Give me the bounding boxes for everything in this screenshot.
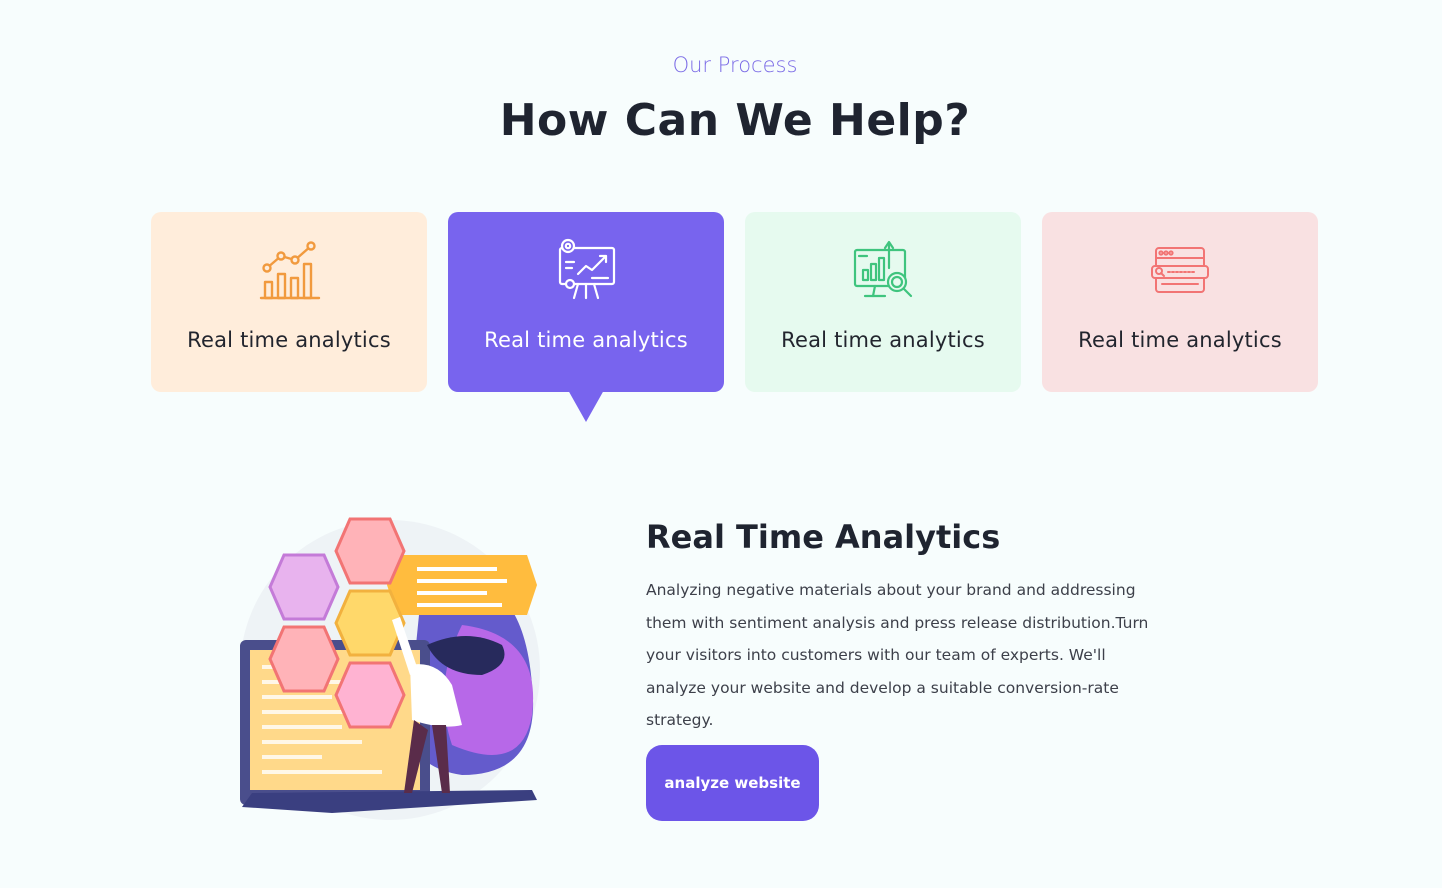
service-card-3[interactable]: Real time analytics <box>745 212 1021 392</box>
line-bar-chart-icon <box>151 238 427 302</box>
service-card-1[interactable]: Real time analytics <box>151 212 427 392</box>
service-card-label: Real time analytics <box>484 328 688 352</box>
hexagon-illustration <box>232 515 547 825</box>
service-card-label: Real time analytics <box>781 328 985 352</box>
browser-search-icon <box>1042 238 1318 302</box>
detail-title: Real Time Analytics <box>646 518 1001 556</box>
page-title: How Can We Help? <box>499 95 971 146</box>
section-eyebrow: Our Process <box>672 53 798 77</box>
service-card-label: Real time analytics <box>1078 328 1282 352</box>
analyze-website-button[interactable]: analyze website <box>646 745 819 821</box>
detail-description: Analyzing negative materials about your … <box>646 581 1149 729</box>
service-card-2[interactable]: Real time analytics <box>448 212 724 422</box>
service-cards: Real time analytics Real time analytics <box>151 212 1319 424</box>
presentation-board-icon <box>448 238 724 302</box>
service-card-4[interactable]: Real time analytics <box>1042 212 1318 392</box>
service-card-label: Real time analytics <box>187 328 391 352</box>
monitor-chart-search-icon <box>745 238 1021 302</box>
